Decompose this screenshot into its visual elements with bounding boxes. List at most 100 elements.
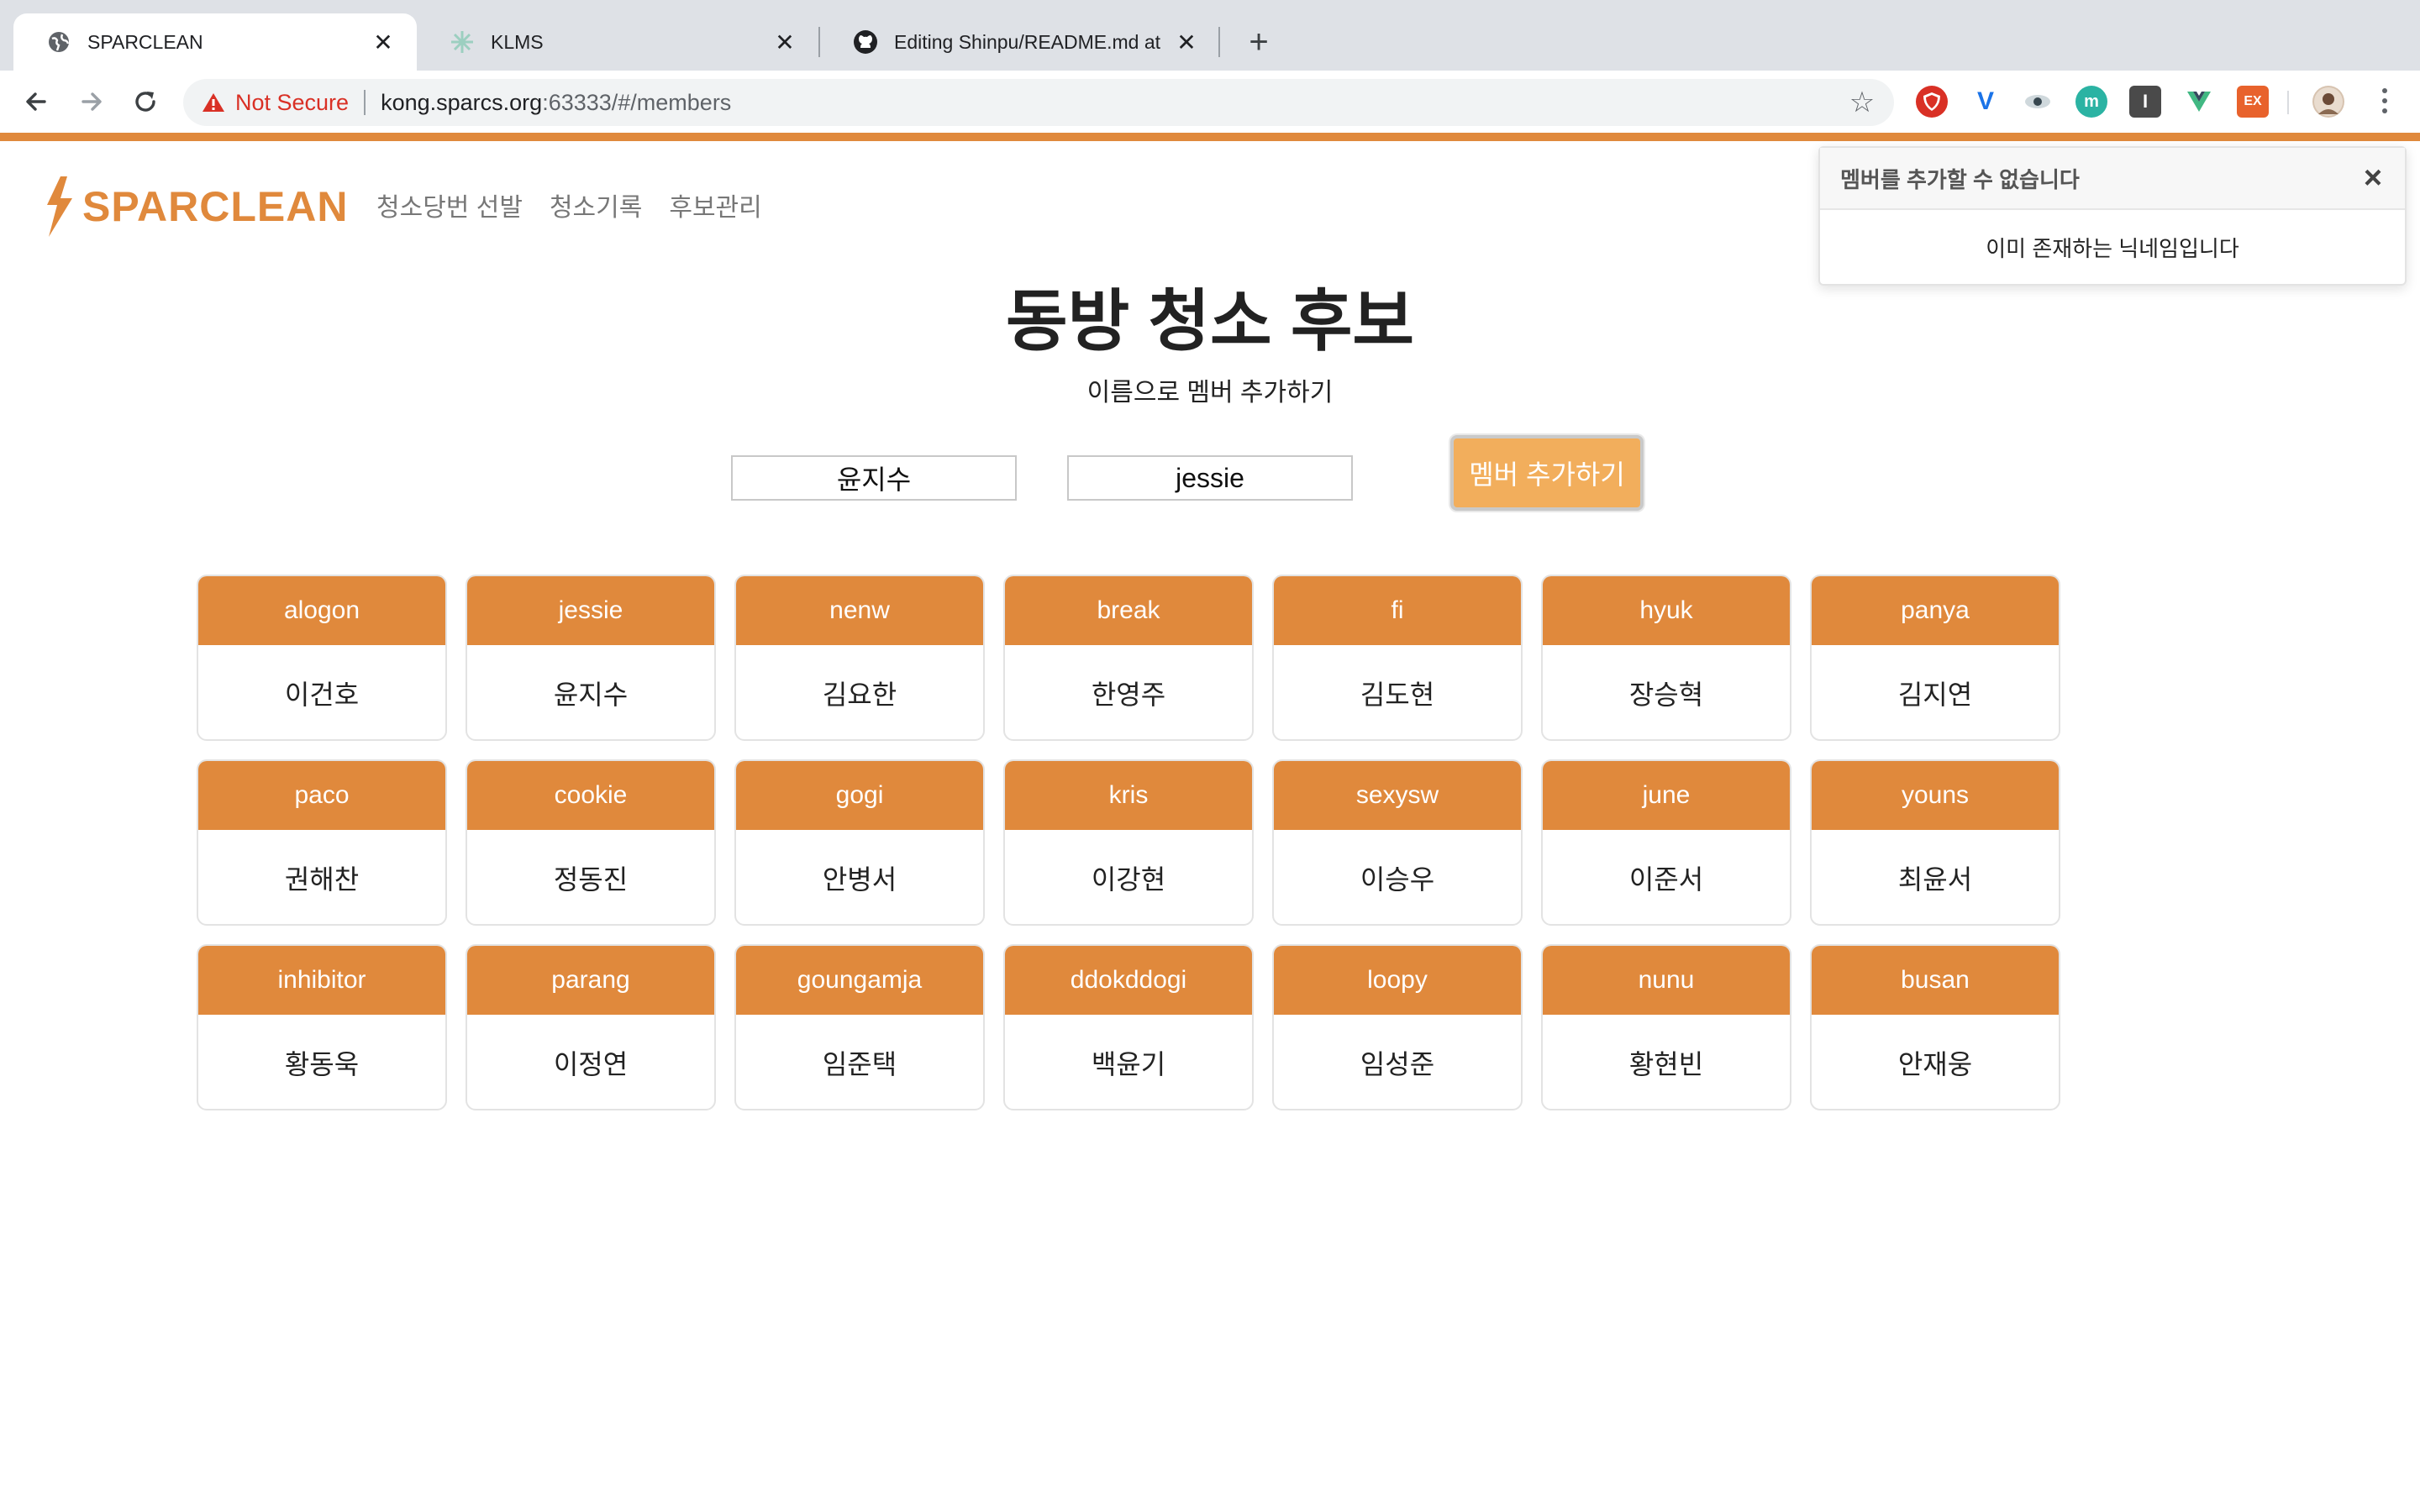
address-bar[interactable]: Not Secure kong.sparcs.org:63333/#/membe… bbox=[183, 79, 1894, 126]
member-card[interactable]: june 이준서 bbox=[1541, 759, 1791, 926]
nav-item-candidate-management[interactable]: 후보관리 bbox=[669, 186, 761, 223]
member-card[interactable]: cookie 정동진 bbox=[466, 759, 716, 926]
toast-header: 멤버를 추가할 수 없습니다 × bbox=[1820, 148, 2405, 210]
member-name: 권해찬 bbox=[284, 864, 360, 895]
nav-item-cleaning-selection[interactable]: 청소당번 선발 bbox=[376, 186, 523, 223]
not-secure-label[interactable]: Not Secure bbox=[235, 90, 349, 116]
profile-avatar[interactable] bbox=[2312, 86, 2344, 118]
member-card[interactable]: ddokddogi 백윤기 bbox=[1003, 944, 1254, 1110]
new-tab-button[interactable]: + bbox=[1240, 24, 1277, 60]
member-card[interactable]: kris 이강현 bbox=[1003, 759, 1254, 926]
bookmark-star-icon[interactable]: ☆ bbox=[1845, 86, 1879, 119]
globe-icon bbox=[45, 29, 72, 55]
member-name: 최윤서 bbox=[1897, 864, 1973, 895]
browser-tab-strip: SPARCLEAN ✕ KLMS ✕ Editing Shinpu/README… bbox=[0, 0, 2420, 71]
nav-item-cleaning-history[interactable]: 청소기록 bbox=[550, 186, 642, 223]
member-card[interactable]: goungamja 임준택 bbox=[734, 944, 985, 1110]
main-nav: 청소당번 선발 청소기록 후보관리 bbox=[376, 186, 762, 223]
member-nickname: youns bbox=[1812, 761, 2059, 830]
back-button[interactable] bbox=[17, 82, 55, 121]
member-card[interactable]: paco 권해찬 bbox=[197, 759, 447, 926]
vimeo-extension-icon[interactable]: V bbox=[1970, 86, 2002, 118]
extension-divider bbox=[2287, 91, 2289, 114]
lightning-logo-icon bbox=[47, 176, 72, 237]
member-card[interactable]: hyuk 장승혁 bbox=[1541, 575, 1791, 741]
close-icon[interactable]: × bbox=[2358, 162, 2388, 194]
member-nickname: panya bbox=[1812, 576, 2059, 645]
warning-triangle-icon[interactable] bbox=[200, 89, 227, 116]
member-name: 이건호 bbox=[284, 680, 360, 710]
member-card[interactable]: nenw 김요한 bbox=[734, 575, 985, 741]
eye-extension-icon[interactable] bbox=[2022, 86, 2054, 118]
browser-menu-icon[interactable] bbox=[2368, 84, 2402, 118]
member-name: 한영주 bbox=[1091, 680, 1166, 710]
member-name: 이정연 bbox=[553, 1049, 629, 1079]
reload-button[interactable] bbox=[126, 82, 165, 121]
member-card[interactable]: parang 이정연 bbox=[466, 944, 716, 1110]
member-card[interactable]: gogi 안병서 bbox=[734, 759, 985, 926]
member-name: 임준택 bbox=[822, 1049, 897, 1079]
url-host: kong.sparcs.org bbox=[381, 89, 543, 115]
member-name: 황동욱 bbox=[284, 1049, 360, 1079]
member-name: 이승우 bbox=[1360, 864, 1435, 895]
member-nickname: nunu bbox=[1543, 946, 1790, 1015]
url-path: :63333/#/members bbox=[542, 89, 732, 115]
member-nickname: sexysw bbox=[1274, 761, 1521, 830]
member-nickname: kris bbox=[1005, 761, 1252, 830]
name-input[interactable] bbox=[731, 455, 1017, 501]
member-grid: alogon 이건호 jessie 윤지수 nenw 김요한 break 한영주 fi 김… bbox=[197, 575, 2060, 1110]
member-name: 백윤기 bbox=[1091, 1049, 1166, 1079]
member-card[interactable]: jessie 윤지수 bbox=[466, 575, 716, 741]
member-nickname: busan bbox=[1812, 946, 2059, 1015]
member-nickname: jessie bbox=[467, 576, 714, 645]
ublock-icon[interactable] bbox=[1916, 86, 1948, 118]
notion-icon[interactable]: I bbox=[2129, 86, 2161, 118]
omnibox-divider bbox=[364, 90, 366, 115]
member-card[interactable]: youns 최윤서 bbox=[1810, 759, 2060, 926]
member-card[interactable]: panya 김지연 bbox=[1810, 575, 2060, 741]
member-name: 안재웅 bbox=[1897, 1049, 1973, 1079]
member-card[interactable]: busan 안재웅 bbox=[1810, 944, 2060, 1110]
add-member-button[interactable]: 멤버 추가하기 bbox=[1450, 435, 1644, 511]
error-toast: 멤버를 추가할 수 없습니다 × 이미 존재하는 닉네임입니다 bbox=[1818, 146, 2407, 286]
member-name: 김요한 bbox=[822, 680, 897, 710]
forward-button[interactable] bbox=[72, 82, 111, 121]
member-card[interactable]: fi 김도현 bbox=[1272, 575, 1523, 741]
close-tab-icon[interactable]: ✕ bbox=[368, 27, 398, 57]
close-tab-icon[interactable]: ✕ bbox=[1171, 27, 1202, 57]
member-name: 윤지수 bbox=[553, 680, 629, 710]
brand-name: SPARCLEAN bbox=[82, 183, 349, 230]
member-card[interactable]: inhibitor 황동욱 bbox=[197, 944, 447, 1110]
page-subtitle: 이름으로 멤버 추가하기 bbox=[1086, 379, 1334, 407]
teal-circle-extension-icon[interactable]: m bbox=[2075, 86, 2107, 118]
member-nickname: parang bbox=[467, 946, 714, 1015]
tab-title: Editing Shinpu/README.md at bbox=[894, 30, 1161, 53]
member-nickname: alogon bbox=[198, 576, 445, 645]
vue-devtools-icon[interactable] bbox=[2183, 86, 2215, 118]
tab-title: SPARCLEAN bbox=[87, 30, 203, 53]
member-nickname: nenw bbox=[736, 576, 983, 645]
member-name: 임성준 bbox=[1360, 1049, 1435, 1079]
member-card[interactable]: sexysw 이승우 bbox=[1272, 759, 1523, 926]
browser-toolbar: Not Secure kong.sparcs.org:63333/#/membe… bbox=[0, 71, 2420, 133]
member-card[interactable]: break 한영주 bbox=[1003, 575, 1254, 741]
member-nickname: paco bbox=[198, 761, 445, 830]
member-card[interactable]: nunu 황현빈 bbox=[1541, 944, 1791, 1110]
member-nickname: june bbox=[1543, 761, 1790, 830]
tab-klms[interactable]: KLMS ✕ bbox=[417, 13, 818, 71]
ex-extension-icon[interactable]: EX bbox=[2237, 86, 2269, 118]
tab-divider bbox=[1218, 27, 1220, 57]
member-card[interactable]: loopy 임성준 bbox=[1272, 944, 1523, 1110]
member-card[interactable]: alogon 이건호 bbox=[197, 575, 447, 741]
member-nickname: goungamja bbox=[736, 946, 983, 1015]
tab-sparclean[interactable]: SPARCLEAN ✕ bbox=[13, 13, 417, 71]
klms-favicon bbox=[449, 29, 476, 55]
tab-github-editing[interactable]: Editing Shinpu/README.md at ✕ bbox=[820, 13, 1220, 71]
member-name: 정동진 bbox=[553, 864, 629, 895]
sparclean-logo[interactable]: SPARCLEAN bbox=[42, 171, 348, 242]
toast-message: 이미 존재하는 닉네임입니다 bbox=[1986, 235, 2239, 261]
member-nickname: fi bbox=[1274, 576, 1521, 645]
github-icon bbox=[852, 29, 879, 55]
nickname-input[interactable] bbox=[1067, 455, 1353, 501]
close-tab-icon[interactable]: ✕ bbox=[770, 27, 800, 57]
